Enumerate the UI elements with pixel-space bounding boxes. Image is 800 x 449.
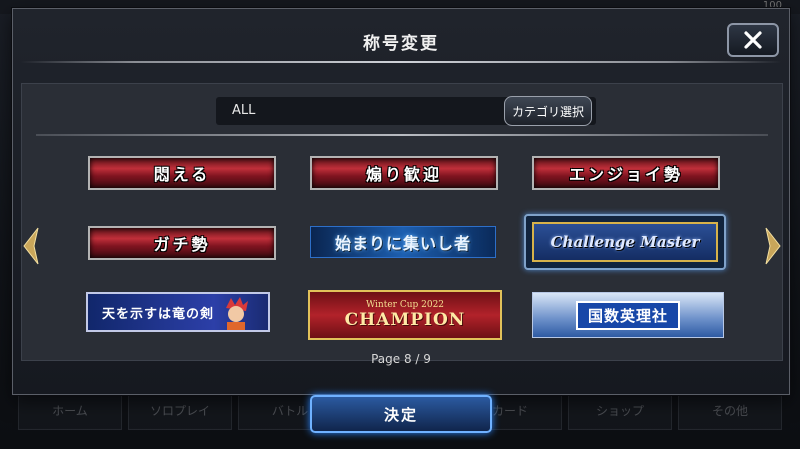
title-list-panel: ALL カテゴリ選択 悶える 煽り歓迎 エンジョイ勢 ガチ勢 始まりに集いし者 … xyxy=(21,83,783,361)
nav-home: ホーム xyxy=(18,390,122,430)
title-subtext: Winter Cup 2022 xyxy=(365,300,445,310)
category-filter[interactable]: ALL カテゴリ選択 xyxy=(216,96,596,126)
title-item[interactable]: 始まりに集いし者 xyxy=(310,226,496,258)
title-label: CHAMPION xyxy=(344,310,466,330)
title-item-selected[interactable]: Challenge Master xyxy=(524,214,726,270)
title-item[interactable]: 天を示すは竜の剣 xyxy=(86,292,270,332)
dialog-title: 称号変更 xyxy=(363,34,439,54)
close-icon xyxy=(744,31,762,49)
nav-other: その他 xyxy=(678,390,782,430)
title-item[interactable]: 国数英理社 xyxy=(532,292,724,338)
title-item[interactable]: ガチ勢 xyxy=(88,226,276,260)
nav-solo-play: ソロプレイ xyxy=(128,390,232,430)
page-indicator: Page 8 / 9 xyxy=(371,352,431,366)
title-label: 天を示すは竜の剣 xyxy=(102,306,215,322)
title-item[interactable]: Winter Cup 2022 CHAMPION xyxy=(308,290,502,340)
character-avatar-icon xyxy=(226,297,248,330)
title-label: 国数英理社 xyxy=(575,300,680,330)
confirm-button[interactable]: 決定 xyxy=(310,395,492,433)
close-button[interactable] xyxy=(727,23,779,57)
next-page-arrow-icon[interactable] xyxy=(762,224,784,268)
title-item[interactable]: 悶える xyxy=(88,156,276,190)
title-divider xyxy=(21,61,781,63)
title-item[interactable]: エンジョイ勢 xyxy=(532,156,720,190)
filter-value: ALL xyxy=(232,103,256,118)
category-select-button[interactable]: カテゴリ選択 xyxy=(504,96,592,126)
prev-page-arrow-icon[interactable] xyxy=(20,224,42,268)
title-item[interactable]: 煽り歓迎 xyxy=(310,156,498,190)
challenge-master-title: Challenge Master xyxy=(532,222,718,262)
filter-divider xyxy=(36,134,768,136)
title-change-dialog: 称号変更 ALL カテゴリ選択 悶える 煽り歓迎 エンジョイ勢 ガチ勢 始まりに… xyxy=(12,8,790,395)
nav-shop: ショップ xyxy=(568,390,672,430)
